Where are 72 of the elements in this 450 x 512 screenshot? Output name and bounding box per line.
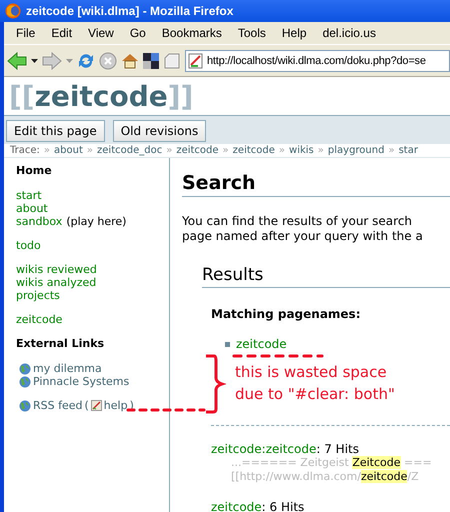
breadcrumb-separator: »	[166, 145, 172, 156]
menu-item[interactable]: Go	[122, 26, 154, 40]
caret-icon[interactable]	[31, 58, 38, 62]
intro-text: You can find the results of your search	[182, 214, 414, 229]
reload-icon[interactable]	[77, 52, 95, 70]
sidebar-heading: External Links	[16, 337, 106, 350]
breadcrumb-link[interactable]: wikis	[289, 145, 314, 156]
external-link[interactable]: help	[104, 399, 128, 412]
sidebar-heading: Home	[16, 164, 53, 177]
external-link[interactable]: my dilemma	[33, 362, 102, 375]
page-action-button[interactable]: Old revisions	[112, 120, 206, 142]
address-field[interactable]: http://localhost/wiki.dlma.com/doku.php?do=se	[185, 50, 450, 72]
breadcrumb-link[interactable]: playground	[328, 145, 384, 156]
matching-label: Matching pagenames:	[211, 307, 362, 321]
intro-text: page named after your query with the a	[182, 229, 424, 244]
edit-note-icon	[90, 400, 102, 411]
breadcrumb-separator: »	[318, 145, 324, 156]
trace-label: Trace:	[10, 145, 40, 156]
sidebar-link[interactable]: sandbox	[16, 215, 62, 228]
annotation-text: due to "#clear: both"	[235, 384, 396, 405]
menu-item[interactable]: Help	[274, 26, 315, 40]
annotation-text: this is wasted space	[235, 362, 388, 383]
sidebar-link[interactable]: todo	[16, 239, 41, 252]
breadcrumb-separator: »	[44, 145, 50, 156]
globe-icon	[19, 376, 31, 388]
hit-page-link[interactable]: zeitcode:zeitcode	[211, 442, 316, 456]
paren: (	[84, 399, 89, 412]
globe-icon	[19, 362, 31, 374]
site-title[interactable]: [[zeitcode]]	[9, 80, 194, 112]
sidebar-link[interactable]: wikis analyzed	[16, 276, 96, 289]
breadcrumb-separator: »	[222, 145, 229, 156]
menu-item[interactable]: File	[8, 26, 44, 40]
external-link[interactable]: Pinnacle Systems	[33, 375, 130, 388]
breadcrumb-separator: »	[86, 145, 94, 156]
page-icon	[188, 52, 204, 68]
menu-item[interactable]: Bookmarks	[154, 26, 230, 40]
stop-icon[interactable]	[99, 52, 117, 70]
breadcrumb-link[interactable]: zeitcode	[232, 145, 275, 156]
sidebar-link[interactable]: zeitcode	[16, 313, 62, 326]
menu-item[interactable]: Tools	[230, 26, 274, 40]
external-link[interactable]: RSS feed	[33, 399, 82, 412]
hit-snippet: [[http://www.dlma.com/zeitcode/Z	[230, 470, 420, 484]
squares-icon[interactable]	[143, 52, 159, 68]
back-arrow-icon[interactable]	[7, 52, 27, 70]
globe-icon	[19, 400, 31, 412]
window-title: zeitcode [wiki.dlma] - Mozilla Firefox	[26, 4, 234, 18]
browser-logo-icon	[5, 3, 21, 19]
breadcrumb-separator: »	[388, 145, 395, 156]
menu-item[interactable]: del.icio.us	[314, 26, 384, 40]
menu-item[interactable]: Edit	[43, 26, 80, 40]
section-heading: Results	[202, 264, 450, 288]
page-heading: Search	[182, 172, 450, 197]
hit-count: : 7 Hits	[316, 442, 359, 456]
sidebar-link[interactable]: start	[16, 189, 42, 202]
breadcrumb-link[interactable]: star	[398, 145, 418, 156]
breadcrumb-link[interactable]: zeitcode	[176, 145, 219, 156]
hit-snippet: ...====== Zeitgeist Zeitcode ===	[230, 456, 433, 470]
breadcrumb-separator: »	[278, 145, 286, 156]
page-action-button[interactable]: Edit this page	[6, 120, 105, 142]
hit-count: : 6 Hits	[262, 500, 304, 512]
hit-page-link[interactable]: zeitcode	[211, 500, 262, 512]
breadcrumb-link[interactable]: about	[54, 145, 83, 156]
pagename-link[interactable]: zeitcode	[236, 337, 287, 351]
sidebar-link[interactable]: wikis reviewed	[16, 263, 97, 276]
breadcrumb-link[interactable]: zeitcode_doc	[97, 145, 162, 156]
home-icon[interactable]	[121, 52, 139, 70]
menu-item[interactable]: View	[80, 26, 122, 40]
bullet-icon	[225, 342, 230, 346]
link-note: (play here)	[66, 215, 126, 228]
sidebar-link[interactable]: about	[16, 202, 48, 215]
sidebar-link[interactable]: projects	[16, 289, 60, 302]
curly-brace-drawing	[204, 353, 226, 415]
